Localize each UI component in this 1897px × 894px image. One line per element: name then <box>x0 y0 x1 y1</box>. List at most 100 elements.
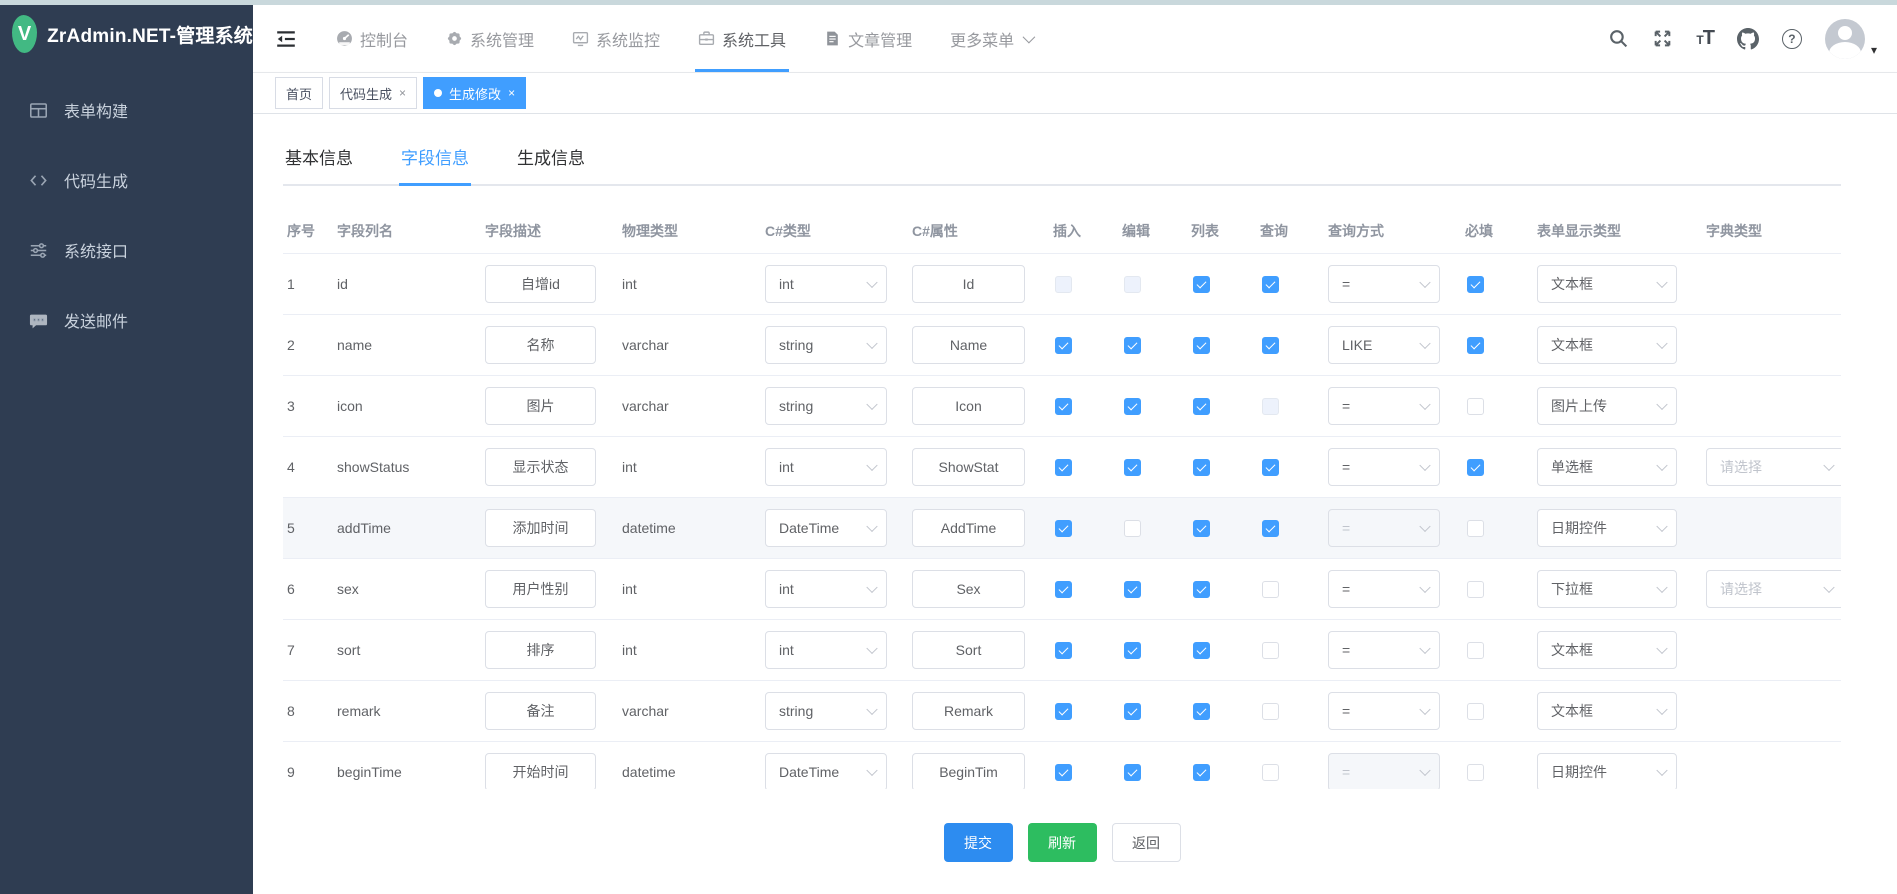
required-checkbox[interactable] <box>1467 581 1484 598</box>
user-menu[interactable]: ▾ <box>1825 19 1877 59</box>
cs-type-select[interactable]: int <box>765 631 887 669</box>
sidebar-fold-icon[interactable] <box>275 28 297 50</box>
required-checkbox[interactable] <box>1467 703 1484 720</box>
query-type-select[interactable]: = <box>1328 509 1440 547</box>
edit-checkbox[interactable] <box>1124 520 1141 537</box>
list-checkbox[interactable] <box>1193 398 1210 415</box>
edit-checkbox[interactable] <box>1124 581 1141 598</box>
edit-checkbox[interactable] <box>1124 398 1141 415</box>
cs-property-input[interactable]: Name <box>912 326 1025 364</box>
query-checkbox[interactable] <box>1262 703 1279 720</box>
tab-field-info[interactable]: 字段信息 <box>399 136 471 186</box>
sidebar-item-send-mail[interactable]: 发送邮件 <box>0 285 253 355</box>
required-checkbox[interactable] <box>1467 337 1484 354</box>
cs-property-input[interactable]: Remark <box>912 692 1025 730</box>
list-checkbox[interactable] <box>1193 459 1210 476</box>
query-type-select[interactable]: = <box>1328 265 1440 303</box>
cs-property-input[interactable]: BeginTim <box>912 753 1025 789</box>
insert-checkbox[interactable] <box>1055 520 1072 537</box>
cs-property-input[interactable]: Sort <box>912 631 1025 669</box>
dict-type-select[interactable]: 请选择 <box>1706 570 1841 608</box>
query-checkbox[interactable] <box>1262 520 1279 537</box>
dict-type-select[interactable]: 请选择 <box>1706 448 1841 486</box>
insert-checkbox[interactable] <box>1055 459 1072 476</box>
edit-checkbox[interactable] <box>1124 276 1141 293</box>
field-description-input[interactable]: 添加时间 <box>485 509 596 547</box>
list-checkbox[interactable] <box>1193 581 1210 598</box>
cs-type-select[interactable]: int <box>765 448 887 486</box>
cs-type-select[interactable]: DateTime <box>765 753 887 789</box>
display-type-select[interactable]: 日期控件 <box>1537 509 1677 547</box>
display-type-select[interactable]: 文本框 <box>1537 265 1677 303</box>
field-description-input[interactable]: 图片 <box>485 387 596 425</box>
back-button[interactable]: 返回 <box>1112 823 1181 862</box>
display-type-select[interactable]: 文本框 <box>1537 631 1677 669</box>
display-type-select[interactable]: 文本框 <box>1537 692 1677 730</box>
route-tab-home[interactable]: 首页 <box>275 77 323 109</box>
cs-property-input[interactable]: Id <box>912 265 1025 303</box>
edit-checkbox[interactable] <box>1124 703 1141 720</box>
refresh-button[interactable]: 刷新 <box>1028 823 1097 862</box>
query-type-select[interactable]: = <box>1328 570 1440 608</box>
query-checkbox[interactable] <box>1262 581 1279 598</box>
field-description-input[interactable]: 名称 <box>485 326 596 364</box>
query-checkbox[interactable] <box>1262 459 1279 476</box>
display-type-select[interactable]: 单选框 <box>1537 448 1677 486</box>
cs-type-select[interactable]: int <box>765 570 887 608</box>
insert-checkbox[interactable] <box>1055 581 1072 598</box>
required-checkbox[interactable] <box>1467 520 1484 537</box>
insert-checkbox[interactable] <box>1055 642 1072 659</box>
list-checkbox[interactable] <box>1193 703 1210 720</box>
github-icon[interactable] <box>1737 28 1759 50</box>
edit-checkbox[interactable] <box>1124 337 1141 354</box>
query-checkbox[interactable] <box>1262 337 1279 354</box>
query-checkbox[interactable] <box>1262 764 1279 781</box>
query-type-select[interactable]: = <box>1328 448 1440 486</box>
query-checkbox[interactable] <box>1262 276 1279 293</box>
list-checkbox[interactable] <box>1193 520 1210 537</box>
nav-item-system-monitor[interactable]: 系统监控 <box>553 5 679 72</box>
query-type-select[interactable]: = <box>1328 692 1440 730</box>
display-type-select[interactable]: 文本框 <box>1537 326 1677 364</box>
edit-checkbox[interactable] <box>1124 642 1141 659</box>
cs-type-select[interactable]: int <box>765 265 887 303</box>
field-description-input[interactable]: 开始时间 <box>485 753 596 789</box>
cs-type-select[interactable]: string <box>765 692 887 730</box>
edit-checkbox[interactable] <box>1124 459 1141 476</box>
cs-type-select[interactable]: DateTime <box>765 509 887 547</box>
list-checkbox[interactable] <box>1193 764 1210 781</box>
cs-property-input[interactable]: ShowStat <box>912 448 1025 486</box>
display-type-select[interactable]: 图片上传 <box>1537 387 1677 425</box>
required-checkbox[interactable] <box>1467 459 1484 476</box>
nav-item-dashboard[interactable]: 控制台 <box>317 5 427 72</box>
required-checkbox[interactable] <box>1467 398 1484 415</box>
cs-type-select[interactable]: string <box>765 326 887 364</box>
cs-property-input[interactable]: AddTime <box>912 509 1025 547</box>
insert-checkbox[interactable] <box>1055 703 1072 720</box>
list-checkbox[interactable] <box>1193 337 1210 354</box>
route-tab-code-gen[interactable]: 代码生成 × <box>329 77 417 109</box>
sidebar-item-api[interactable]: 系统接口 <box>0 215 253 285</box>
close-tab-icon[interactable]: × <box>508 86 515 100</box>
search-icon[interactable] <box>1608 28 1629 49</box>
tab-gen-info[interactable]: 生成信息 <box>515 136 587 186</box>
display-type-select[interactable]: 下拉框 <box>1537 570 1677 608</box>
query-type-select[interactable]: = <box>1328 631 1440 669</box>
insert-checkbox[interactable] <box>1055 337 1072 354</box>
query-type-select[interactable]: = <box>1328 753 1440 789</box>
edit-checkbox[interactable] <box>1124 764 1141 781</box>
field-description-input[interactable]: 用户性别 <box>485 570 596 608</box>
nav-item-article-admin[interactable]: 文章管理 <box>805 5 931 72</box>
query-checkbox[interactable] <box>1262 398 1279 415</box>
insert-checkbox[interactable] <box>1055 276 1072 293</box>
list-checkbox[interactable] <box>1193 642 1210 659</box>
nav-item-system-tools[interactable]: 系统工具 <box>679 5 805 72</box>
sidebar-item-form-builder[interactable]: 表单构建 <box>0 75 253 145</box>
tab-basic-info[interactable]: 基本信息 <box>283 136 355 186</box>
app-logo-row[interactable]: V ZrAdmin.NET-管理系统 <box>0 5 253 63</box>
insert-checkbox[interactable] <box>1055 398 1072 415</box>
nav-item-more-menu[interactable]: 更多菜单 <box>931 5 1051 72</box>
required-checkbox[interactable] <box>1467 276 1484 293</box>
query-checkbox[interactable] <box>1262 642 1279 659</box>
route-tab-gen-edit[interactable]: 生成修改 × <box>423 77 526 109</box>
